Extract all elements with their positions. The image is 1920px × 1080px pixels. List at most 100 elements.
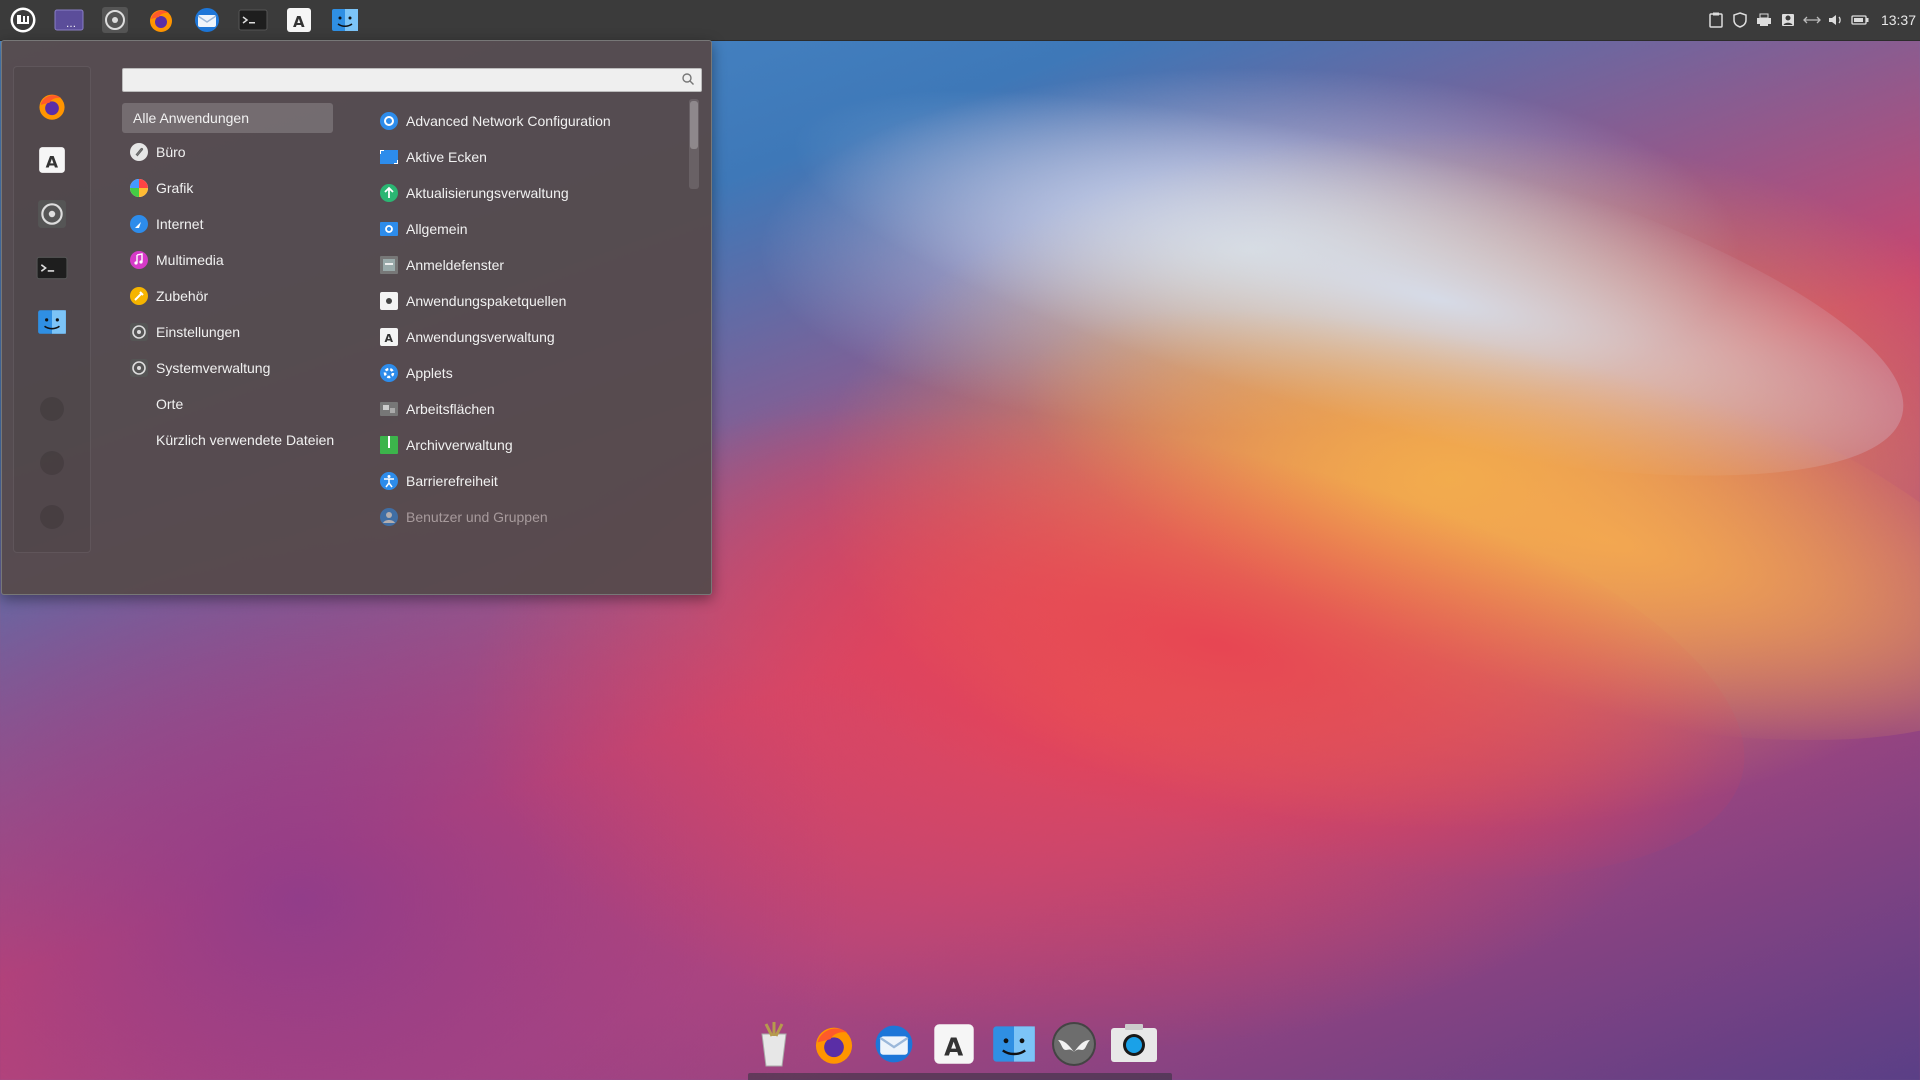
software-manager-icon[interactable]: A — [280, 2, 318, 38]
app-label: Arbeitsflächen — [406, 401, 495, 417]
category-recent-files[interactable]: Kürzlich verwendete Dateien — [122, 425, 382, 455]
app-advanced-network-configuration[interactable]: Advanced Network Configuration — [379, 106, 611, 136]
printer-icon[interactable] — [1755, 12, 1773, 28]
battery-icon[interactable] — [1851, 12, 1869, 28]
app-archive-manager[interactable]: Archivverwaltung — [379, 430, 513, 460]
file-manager-icon[interactable] — [326, 2, 364, 38]
category-graphics[interactable]: Grafik — [122, 173, 333, 203]
general-settings-icon — [379, 219, 399, 239]
category-multimedia[interactable]: Multimedia — [122, 245, 333, 275]
dock-thunderbird-icon[interactable] — [868, 1018, 920, 1070]
category-administration[interactable]: Systemverwaltung — [122, 353, 333, 383]
svg-text:A: A — [46, 153, 59, 172]
thunderbird-icon[interactable] — [188, 2, 226, 38]
category-label: Kürzlich verwendete Dateien — [156, 432, 335, 448]
category-label: Internet — [156, 216, 204, 232]
logout-icon[interactable] — [40, 451, 64, 475]
applets-icon — [379, 363, 399, 383]
fav-firefox-icon[interactable] — [33, 87, 71, 125]
app-login-window[interactable]: Anmeldefenster — [379, 250, 504, 280]
software-manager-icon: A — [379, 327, 399, 347]
workspaces-icon — [379, 399, 399, 419]
category-label: Orte — [156, 396, 184, 412]
search-input[interactable] — [123, 70, 675, 91]
app-label: Allgemein — [406, 221, 468, 237]
search-box[interactable] — [122, 68, 702, 92]
terminal-icon[interactable] — [234, 2, 272, 38]
app-list-scrollbar[interactable] — [689, 99, 699, 189]
clipboard-icon[interactable] — [1707, 12, 1725, 28]
svg-text:A: A — [385, 332, 394, 345]
category-label: Zubehör — [156, 288, 209, 304]
category-places[interactable]: Orte — [122, 389, 333, 419]
shield-icon[interactable] — [1731, 12, 1749, 28]
administration-icon — [129, 358, 149, 378]
dock-screenshot-icon[interactable] — [1108, 1018, 1160, 1070]
app-users-groups[interactable]: Benutzer und Gruppen — [379, 502, 548, 532]
lock-screen-icon[interactable] — [40, 397, 64, 421]
app-label: Anwendungspaketquellen — [406, 293, 567, 309]
category-preferences[interactable]: Einstellungen — [122, 317, 333, 347]
volume-icon[interactable] — [1827, 12, 1845, 28]
app-applets[interactable]: Applets — [379, 358, 453, 388]
fav-terminal-icon[interactable] — [33, 249, 71, 287]
search-icon — [682, 73, 694, 85]
system-settings-icon[interactable] — [96, 2, 134, 38]
app-label: Benutzer und Gruppen — [406, 509, 548, 525]
app-software-manager[interactable]: A Anwendungsverwaltung — [379, 322, 555, 352]
hot-corners-icon — [379, 147, 399, 167]
app-update-manager[interactable]: Aktualisierungsverwaltung — [379, 178, 569, 208]
shutdown-icon[interactable] — [40, 505, 64, 529]
app-label: Archivverwaltung — [406, 437, 513, 453]
dock-firefox-icon[interactable] — [808, 1018, 860, 1070]
update-manager-icon — [379, 183, 399, 203]
internet-icon — [129, 214, 149, 234]
firefox-icon[interactable] — [142, 2, 180, 38]
category-label: Einstellungen — [156, 324, 241, 340]
users-groups-icon — [379, 507, 399, 527]
user-icon[interactable] — [1779, 12, 1797, 28]
category-label: Büro — [156, 144, 186, 160]
software-sources-icon — [379, 291, 399, 311]
dock-bat-icon[interactable] — [1048, 1018, 1100, 1070]
category-office[interactable]: Büro — [122, 137, 333, 167]
dock-cleaner-icon[interactable] — [748, 1018, 800, 1070]
category-all-applications[interactable]: Alle Anwendungen — [122, 103, 333, 133]
category-accessories[interactable]: Zubehör — [122, 281, 333, 311]
app-software-sources[interactable]: Anwendungspaketquellen — [379, 286, 566, 316]
top-panel: … A 13:37 — [0, 0, 1920, 41]
multimedia-icon — [129, 250, 149, 270]
login-window-icon — [379, 255, 399, 275]
linux-mint-menu-icon[interactable] — [4, 2, 42, 38]
dock-file-manager-icon[interactable] — [988, 1018, 1040, 1070]
accessibility-icon — [379, 471, 399, 491]
application-menu: A Alle Anwendungen Büro Grafik Internet — [1, 40, 712, 595]
fav-file-manager-icon[interactable] — [33, 303, 71, 341]
app-label: Aktualisierungsverwaltung — [406, 185, 569, 201]
app-label: Aktive Ecken — [406, 149, 487, 165]
category-label: Alle Anwendungen — [133, 110, 249, 126]
fav-system-settings-icon[interactable] — [33, 195, 71, 233]
category-internet[interactable]: Internet — [122, 209, 333, 239]
network-icon[interactable] — [1803, 12, 1821, 28]
dock-bar — [748, 1073, 1172, 1080]
archive-manager-icon — [379, 435, 399, 455]
app-label: Barrierefreiheit — [406, 473, 498, 489]
favorites-column: A — [13, 66, 91, 553]
svg-text:A: A — [293, 13, 305, 31]
accessories-icon — [129, 286, 149, 306]
app-label: Applets — [406, 365, 453, 381]
app-hot-corners[interactable]: Aktive Ecken — [379, 142, 487, 172]
network-config-icon — [379, 111, 399, 131]
fav-software-manager-icon[interactable]: A — [33, 141, 71, 179]
app-accessibility[interactable]: Barrierefreiheit — [379, 466, 498, 496]
workspace-switcher-icon[interactable]: … — [50, 2, 88, 38]
category-label: Systemverwaltung — [156, 360, 271, 376]
app-label: Advanced Network Configuration — [406, 113, 611, 129]
dock-software-manager-icon[interactable]: A — [928, 1018, 980, 1070]
app-general-settings[interactable]: Allgemein — [379, 214, 467, 244]
clock[interactable]: 13:37 — [1881, 12, 1916, 28]
scrollbar-thumb[interactable] — [690, 101, 698, 149]
app-workspaces[interactable]: Arbeitsflächen — [379, 394, 495, 424]
svg-text:A: A — [944, 1033, 963, 1062]
